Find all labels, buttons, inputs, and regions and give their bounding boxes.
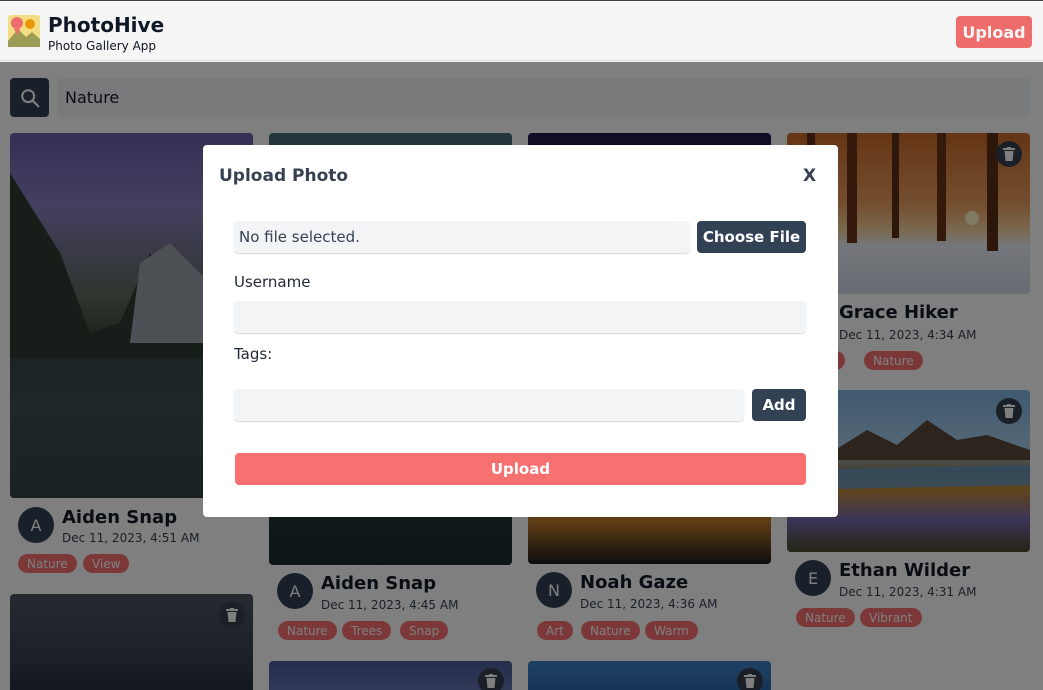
add-tag-button[interactable]: Add <box>752 389 806 421</box>
file-status[interactable]: No file selected. <box>234 221 690 253</box>
upload-submit-button[interactable]: Upload <box>235 453 806 485</box>
close-button[interactable]: X <box>803 166 816 186</box>
tags-input[interactable] <box>234 389 744 421</box>
tags-label: Tags: <box>234 345 273 363</box>
choose-file-button[interactable]: Choose File <box>697 221 806 253</box>
username-label: Username <box>234 273 311 291</box>
upload-modal: Upload Photo X No file selected. Choose … <box>203 145 838 517</box>
username-input[interactable] <box>234 301 806 333</box>
modal-title: Upload Photo <box>219 166 349 186</box>
modal-backdrop-header <box>0 0 1043 62</box>
